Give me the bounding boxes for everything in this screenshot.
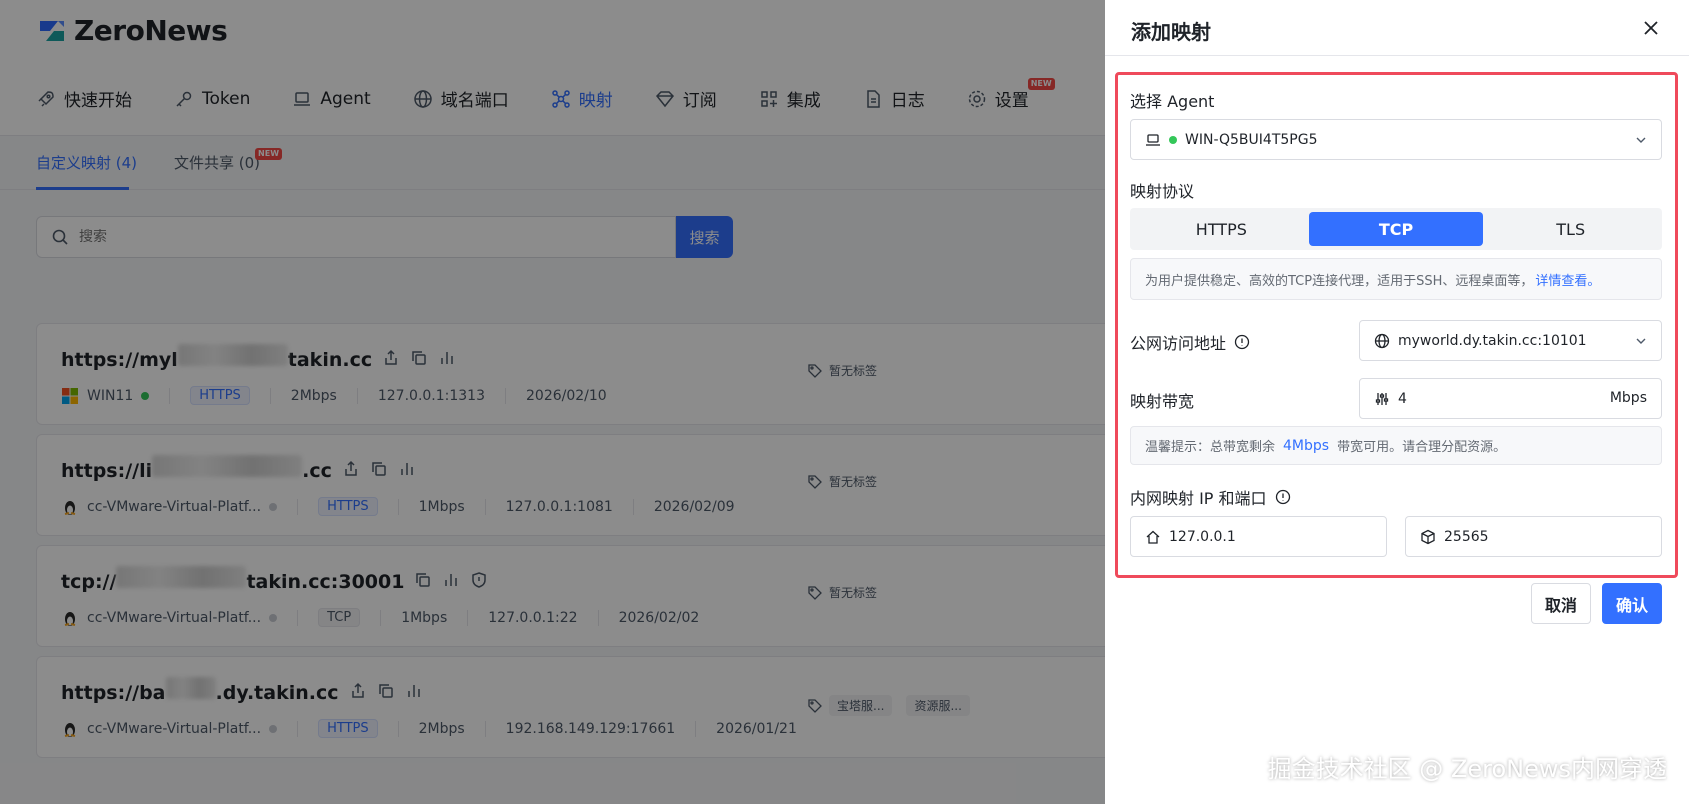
watermark: 掘金技术社区 @ ZeroNews内网穿透 bbox=[1267, 755, 1667, 783]
drawer-header: 添加映射 bbox=[1105, 0, 1689, 56]
public-address-value: myworld.dy.takin.cc:10101 bbox=[1398, 332, 1587, 349]
modal-overlay[interactable] bbox=[0, 0, 1105, 804]
cube-icon bbox=[1421, 529, 1435, 544]
protocol-option-tcp[interactable]: TCP bbox=[1308, 212, 1484, 246]
remaining-bandwidth: 4Mbps bbox=[1283, 437, 1330, 454]
bandwidth-hint: 温馨提示：总带宽剩余 4Mbps 带宽可用。请合理分配资源。 bbox=[1130, 426, 1662, 465]
close-icon bbox=[1644, 21, 1658, 35]
status-dot bbox=[1169, 135, 1177, 144]
home-icon bbox=[1146, 530, 1160, 544]
chevron-down-icon bbox=[1636, 338, 1646, 344]
close-button[interactable] bbox=[1639, 16, 1663, 40]
public-address-select[interactable]: myworld.dy.takin.cc:10101 bbox=[1359, 320, 1662, 361]
bandwidth-unit: Mbps bbox=[1609, 390, 1647, 406]
public-address-label: 公网访问地址 bbox=[1130, 330, 1250, 354]
protocol-hint: 为用户提供稳定、高效的TCP连接代理，适用于SSH、远程桌面等， 详情查看。 bbox=[1130, 258, 1662, 300]
sliders-icon bbox=[1375, 392, 1389, 405]
inner-address-label: 内网映射 IP 和端口 bbox=[1130, 485, 1291, 509]
hint-suffix: 带宽可用。请合理分配资源。 bbox=[1337, 440, 1507, 455]
confirm-button[interactable]: 确认 bbox=[1602, 583, 1662, 624]
protocol-option-tls[interactable]: TLS bbox=[1483, 212, 1658, 246]
inner-ip-value: 127.0.0.1 bbox=[1169, 528, 1236, 545]
label-text: 选择 Agent bbox=[1130, 92, 1215, 111]
agent-label: 选择 Agent bbox=[1130, 88, 1214, 112]
add-mapping-drawer: 添加映射 选择 Agent WIN-Q5BUI4T5PG5 映射协议 HTTPS… bbox=[1105, 0, 1689, 804]
inner-port-value: 25565 bbox=[1444, 528, 1489, 545]
protocol-label: 映射协议 bbox=[1130, 178, 1194, 202]
label-text: 内网映射 IP 和端口 bbox=[1130, 489, 1267, 508]
hint-prefix: 温馨提示：总带宽剩余 bbox=[1145, 440, 1276, 455]
details-link[interactable]: 详情查看。 bbox=[1535, 270, 1600, 289]
agent-select[interactable]: WIN-Q5BUI4T5PG5 bbox=[1130, 119, 1662, 160]
globe-icon bbox=[1374, 333, 1390, 348]
laptop-icon bbox=[1146, 133, 1160, 146]
inner-ip-input[interactable]: 127.0.0.1 bbox=[1130, 516, 1387, 557]
info-icon[interactable] bbox=[1275, 489, 1291, 505]
chevron-down-icon bbox=[1636, 137, 1646, 143]
protocol-selector: HTTPS TCP TLS bbox=[1130, 208, 1662, 250]
drawer-title: 添加映射 bbox=[1131, 20, 1211, 44]
cancel-button[interactable]: 取消 bbox=[1531, 583, 1591, 624]
bandwidth-input[interactable]: 4 Mbps bbox=[1359, 378, 1662, 419]
hint-text: 为用户提供稳定、高效的TCP连接代理，适用于SSH、远程桌面等， bbox=[1145, 273, 1534, 289]
agent-value: WIN-Q5BUI4T5PG5 bbox=[1185, 131, 1318, 148]
bandwidth-label: 映射带宽 bbox=[1130, 388, 1194, 412]
label-text: 公网访问地址 bbox=[1130, 334, 1227, 353]
info-icon[interactable] bbox=[1234, 334, 1250, 350]
label-text: 映射协议 bbox=[1130, 182, 1195, 201]
bandwidth-value: 4 bbox=[1398, 390, 1407, 407]
label-text: 映射带宽 bbox=[1130, 392, 1195, 411]
protocol-option-https[interactable]: HTTPS bbox=[1134, 212, 1309, 246]
inner-port-input[interactable]: 25565 bbox=[1405, 516, 1662, 557]
